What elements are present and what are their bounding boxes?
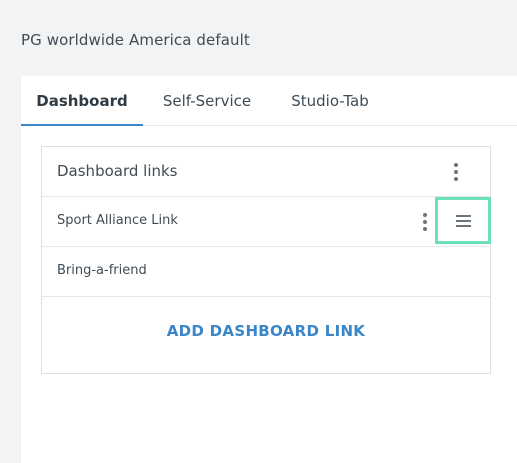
kebab-menu-icon[interactable] (446, 160, 466, 184)
card-title: Dashboard links (57, 162, 178, 180)
add-dashboard-link-button[interactable]: ADD DASHBOARD LINK (42, 322, 490, 340)
kebab-menu-icon[interactable] (415, 210, 435, 234)
active-tab-indicator (21, 124, 143, 126)
list-item[interactable]: Sport Alliance Link (42, 197, 491, 247)
list-item-label: Sport Alliance Link (57, 213, 178, 228)
card-header: Dashboard links (42, 147, 490, 197)
drag-handle-icon[interactable] (435, 197, 491, 244)
list-item[interactable]: Bring-a-friend (42, 247, 490, 297)
dashboard-links-card: Dashboard links Sport Alliance Link Brin… (41, 146, 491, 374)
main-content-panel: Dashboard Self-Service Studio-Tab Dashbo… (21, 76, 517, 463)
tab-studio-tab[interactable]: Studio-Tab (277, 76, 383, 126)
list-item-label: Bring-a-friend (57, 263, 147, 278)
tab-bar: Dashboard Self-Service Studio-Tab (21, 76, 517, 126)
page-title: PG worldwide America default (21, 31, 250, 49)
tab-self-service[interactable]: Self-Service (151, 76, 263, 126)
tab-dashboard[interactable]: Dashboard (21, 76, 143, 126)
